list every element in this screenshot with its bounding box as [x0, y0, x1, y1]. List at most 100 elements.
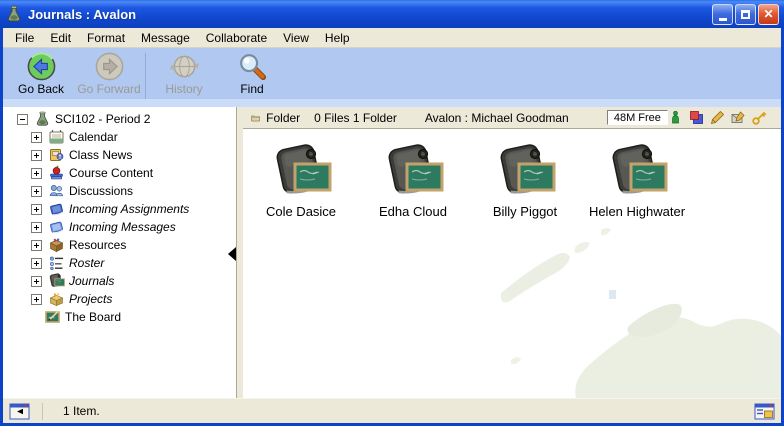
journal-item-helen-highwater[interactable]: Helen Highwater: [587, 143, 687, 219]
find-label: Find: [240, 82, 263, 96]
folder-item-area: Cole Dasice Edha Cloud Billy Piggot Hele…: [243, 129, 781, 398]
title-bar: Journals : Avalon ✕: [0, 0, 784, 28]
collapse-sidebar-arrow[interactable]: [228, 247, 236, 261]
tree-item-label: Course Content: [69, 166, 153, 180]
toolbar-separator: [145, 53, 146, 99]
journal-label: Billy Piggot: [493, 204, 557, 219]
journal-book-icon: [606, 143, 668, 201]
tree-item-calendar[interactable]: Calendar: [3, 128, 236, 146]
menu-help[interactable]: Help: [317, 29, 358, 47]
tree-item-discussions[interactable]: Discussions: [3, 182, 236, 200]
item-count-text: 1 Item.: [53, 404, 754, 418]
flask-icon: [34, 111, 51, 127]
expand-expander[interactable]: [31, 186, 42, 197]
key-icon[interactable]: [752, 110, 767, 125]
journal-items-row: Cole Dasice Edha Cloud Billy Piggot Hele…: [251, 143, 781, 219]
tree-item-label: Journals: [69, 274, 114, 288]
tree-item-label: Resources: [69, 238, 126, 252]
content-header-bar: Folder 0 Files 1 Folder Avalon : Michael…: [243, 107, 781, 129]
maximize-glyph: [741, 10, 750, 19]
toggle-details-pane-icon[interactable]: [754, 403, 775, 420]
status-separator: [42, 403, 43, 420]
tree-item-incoming-messages[interactable]: Incoming Messages: [3, 218, 236, 236]
tree-item-projects[interactable]: Projects: [3, 290, 236, 308]
tree-item-journals[interactable]: Journals: [3, 272, 236, 290]
main-area: SCI102 - Period 2 Calendar: [3, 107, 781, 398]
folder-type-label: Folder: [266, 111, 300, 125]
status-bar: 1 Item.: [3, 398, 781, 423]
go-forward-button[interactable]: Go Forward: [75, 51, 143, 101]
news-icon: [48, 147, 65, 163]
maximize-button[interactable]: [735, 4, 756, 25]
history-label: History: [165, 82, 202, 96]
minimize-glyph: [719, 18, 727, 21]
find-icon: [237, 51, 268, 82]
journal-item-billy-piggot[interactable]: Billy Piggot: [475, 143, 575, 219]
expand-expander[interactable]: [31, 132, 42, 143]
expand-expander[interactable]: [31, 258, 42, 269]
sidebar-tree-panel: SCI102 - Period 2 Calendar: [3, 107, 236, 398]
tree-item-roster[interactable]: Roster: [3, 254, 236, 272]
tree-item-resources[interactable]: Resources: [3, 236, 236, 254]
collapse-expander[interactable]: [17, 114, 28, 125]
tree-item-label: Incoming Messages: [69, 220, 176, 234]
pencil-icon[interactable]: [710, 110, 725, 125]
journal-label: Helen Highwater: [589, 204, 685, 219]
toggle-tree-pane-icon[interactable]: [9, 403, 30, 420]
tree-item-class-news[interactable]: Class News: [3, 146, 236, 164]
go-back-icon: [26, 51, 57, 82]
journal-item-cole-dasice[interactable]: Cole Dasice: [251, 143, 351, 219]
find-button[interactable]: Find: [218, 51, 286, 101]
course-tree: SCI102 - Period 2 Calendar: [3, 110, 236, 326]
app-window: Journals : Avalon ✕ File Edit Format Mes…: [0, 0, 784, 426]
tree-item-course-content[interactable]: Course Content: [3, 164, 236, 182]
board-icon: [44, 309, 61, 325]
tree-item-label: Roster: [69, 256, 104, 270]
folder-counts: 0 Files 1 Folder: [314, 111, 397, 125]
menu-collaborate[interactable]: Collaborate: [198, 29, 275, 47]
tree-item-label: Calendar: [69, 130, 118, 144]
go-back-label: Go Back: [18, 82, 64, 96]
account-label: Avalon : Michael Goodman: [425, 111, 569, 125]
journal-book-icon: [382, 143, 444, 201]
assignments-icon: [48, 201, 65, 217]
discussions-icon: [48, 183, 65, 199]
map-watermark: [481, 228, 781, 398]
folder-icon: [251, 111, 260, 125]
calendar-icon: [48, 129, 65, 145]
tree-item-incoming-assignments[interactable]: Incoming Assignments: [3, 200, 236, 218]
expand-expander[interactable]: [31, 240, 42, 251]
pane-splitter[interactable]: [236, 107, 243, 398]
expand-expander[interactable]: [31, 294, 42, 305]
expand-expander[interactable]: [31, 204, 42, 215]
tree-item-label: Class News: [69, 148, 132, 162]
journal-book-icon: [494, 143, 556, 201]
content-panel: Folder 0 Files 1 Folder Avalon : Michael…: [243, 107, 781, 398]
expand-expander[interactable]: [31, 150, 42, 161]
expand-expander[interactable]: [31, 276, 42, 287]
journal-label: Edha Cloud: [379, 204, 447, 219]
history-icon: [169, 51, 200, 82]
person-icon[interactable]: [668, 110, 683, 125]
expand-expander[interactable]: [31, 168, 42, 179]
menu-format[interactable]: Format: [79, 29, 133, 47]
menu-file[interactable]: File: [7, 29, 42, 47]
tree-item-the-board[interactable]: The Board: [3, 308, 236, 326]
menu-message[interactable]: Message: [133, 29, 198, 47]
close-button[interactable]: ✕: [758, 4, 779, 25]
header-icon-group: [668, 110, 775, 125]
course-content-icon: [48, 165, 65, 181]
menu-view[interactable]: View: [275, 29, 317, 47]
expand-expander[interactable]: [31, 222, 42, 233]
menu-edit[interactable]: Edit: [42, 29, 79, 47]
minimize-button[interactable]: [712, 4, 733, 25]
go-back-button[interactable]: Go Back: [7, 51, 75, 101]
journal-item-edha-cloud[interactable]: Edha Cloud: [363, 143, 463, 219]
toolbar: Go Back Go Forward History: [3, 48, 781, 107]
layers-icon[interactable]: [689, 110, 704, 125]
tree-root-sci102[interactable]: SCI102 - Period 2: [3, 110, 236, 128]
app-flask-icon: [5, 5, 23, 23]
compose-icon[interactable]: [731, 110, 746, 125]
messages-icon: [48, 219, 65, 235]
history-button[interactable]: History: [150, 51, 218, 101]
